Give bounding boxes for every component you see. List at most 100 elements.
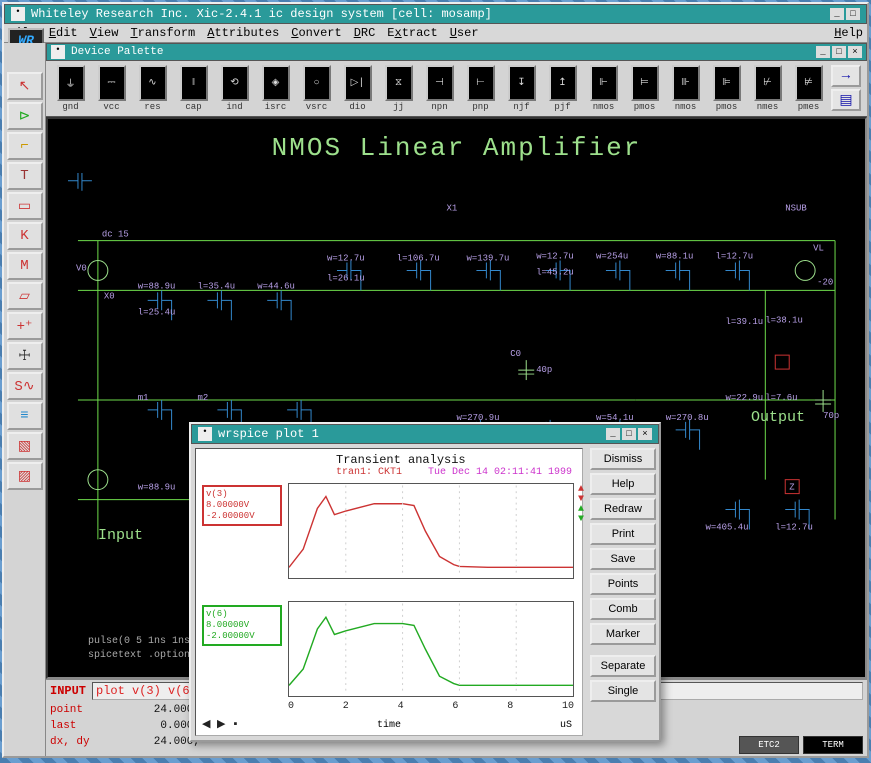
device-icon[interactable]: ⊫ xyxy=(713,65,741,101)
output-label: Output xyxy=(751,409,805,426)
device-res-2: ∿res xyxy=(134,65,171,112)
menu-drc[interactable]: DRC xyxy=(354,26,376,40)
device-icon[interactable]: ⧖ xyxy=(385,65,413,101)
menu-view[interactable]: View xyxy=(90,26,119,40)
plot-redraw-button[interactable]: Redraw xyxy=(590,498,656,520)
menu-convert[interactable]: Convert xyxy=(291,26,341,40)
plot-panel-2 xyxy=(288,601,574,697)
device-icon[interactable]: ⊩ xyxy=(590,65,618,101)
device-icon[interactable]: ∿ xyxy=(139,65,167,101)
left-toolbar: ↖⊳⌐T▭KM▱+⁺☩S∿≡▧▨ xyxy=(4,43,46,756)
plot-area[interactable]: Transient analysis tran1: CKT1 Tue Dec 1… xyxy=(195,448,583,736)
palette-max-icon[interactable]: □ xyxy=(832,46,846,58)
device-icon[interactable]: ⊪ xyxy=(672,65,700,101)
select-icon[interactable]: ↖ xyxy=(7,72,43,100)
svg-text:40p: 40p xyxy=(536,365,552,375)
menu-extract[interactable]: Extract xyxy=(387,26,437,40)
plot-min-icon[interactable]: _ xyxy=(606,428,620,440)
plot-comb-button[interactable]: Comb xyxy=(590,598,656,620)
palette-menu-icon[interactable]: ▤ xyxy=(831,89,861,111)
corner-icon[interactable]: ⌐ xyxy=(7,132,43,160)
maximize-icon[interactable]: □ xyxy=(846,8,860,20)
trace-legend-v6: v(6) 8.00000V -2.00000V xyxy=(202,605,282,646)
menu-edit[interactable]: Edit xyxy=(49,26,78,40)
svg-text:w=270.8u: w=270.8u xyxy=(666,413,709,423)
plot-sysmenu-icon[interactable]: • xyxy=(198,427,212,441)
hier-icon[interactable]: ≡ xyxy=(7,402,43,430)
svg-text:V0: V0 xyxy=(76,263,87,273)
palette-close-icon[interactable]: × xyxy=(848,46,862,58)
device-icon[interactable]: ⏚ xyxy=(57,65,85,101)
rect-icon[interactable]: ▭ xyxy=(7,192,43,220)
layer-swatches[interactable]: ETC2TERM xyxy=(739,736,863,754)
cursor-arrows[interactable]: ▲▼ ▲▼ xyxy=(578,485,584,525)
flat-icon[interactable]: ▱ xyxy=(7,282,43,310)
add-icon[interactable]: +⁺ xyxy=(7,312,43,340)
device-nmos-13: ⊩nmos xyxy=(585,65,622,112)
device-icon[interactable]: ↧ xyxy=(508,65,536,101)
device-icon[interactable]: ⊢ xyxy=(467,65,495,101)
device-icon[interactable]: ⊭ xyxy=(795,65,823,101)
graph-icon[interactable]: ▧ xyxy=(7,432,43,460)
title-bar[interactable]: • Whiteley Research Inc. Xic-2.4.1 ic de… xyxy=(4,4,867,24)
wire-icon[interactable]: ⊳ xyxy=(7,102,43,130)
device-icon[interactable]: ○ xyxy=(303,65,331,101)
plot-close-icon[interactable]: × xyxy=(638,428,652,440)
device-palette: • Device Palette _ □ × ⏚gnd⎓vcc∿res‖cap⟲… xyxy=(46,43,867,117)
device-icon[interactable]: ⟲ xyxy=(221,65,249,101)
sysmenu-icon[interactable]: • xyxy=(11,7,25,21)
plot-window: • wrspice plot 1 _ □ × Transient analysi… xyxy=(189,422,661,742)
move-icon[interactable]: M xyxy=(7,252,43,280)
plot-single-button[interactable]: Single xyxy=(590,680,656,702)
svg-text:70p: 70p xyxy=(823,411,839,421)
plot-separate-button[interactable]: Separate xyxy=(590,655,656,677)
menu-attributes[interactable]: Attributes xyxy=(207,26,279,40)
plot-save-button[interactable]: Save xyxy=(590,548,656,570)
plot-points-button[interactable]: Points xyxy=(590,573,656,595)
plot-dismiss-button[interactable]: Dismiss xyxy=(590,448,656,470)
layer-TERM[interactable]: TERM xyxy=(803,736,863,754)
input-label: Input xyxy=(98,527,143,544)
plot-help-button[interactable]: Help xyxy=(590,473,656,495)
device-label: pjf xyxy=(554,102,570,112)
palette-title-bar[interactable]: • Device Palette _ □ × xyxy=(46,43,867,61)
plot-print-button[interactable]: Print xyxy=(590,523,656,545)
palette-sysmenu-icon[interactable]: • xyxy=(51,45,65,59)
palette-next-icon[interactable]: → xyxy=(831,65,861,87)
device-icon[interactable]: ▷| xyxy=(344,65,372,101)
svg-text:m1: m1 xyxy=(138,393,149,403)
device-vsrc-6: ○vsrc xyxy=(298,65,335,112)
net-icon[interactable]: ☩ xyxy=(7,342,43,370)
device-icon[interactable]: ⊣ xyxy=(426,65,454,101)
plot-marker-button[interactable]: Marker xyxy=(590,623,656,645)
device-icon[interactable]: ‖ xyxy=(180,65,208,101)
svg-text:w=139.7u: w=139.7u xyxy=(466,254,509,264)
svg-text:w=254u: w=254u xyxy=(596,252,628,262)
device-label: cap xyxy=(185,102,201,112)
spice-opts: spicetext .options xyxy=(88,650,196,661)
device-icon[interactable]: ⊨ xyxy=(631,65,659,101)
device-icon[interactable]: K xyxy=(7,222,43,250)
layer-ETC2[interactable]: ETC2 xyxy=(739,736,799,754)
device-label: npn xyxy=(431,102,447,112)
plot-title-bar[interactable]: • wrspice plot 1 _ □ × xyxy=(191,424,659,444)
plot-max-icon[interactable]: □ xyxy=(622,428,636,440)
minimize-icon[interactable]: _ xyxy=(830,8,844,20)
device-npn-9: ⊣npn xyxy=(421,65,458,112)
menu-user[interactable]: User xyxy=(450,26,479,40)
device-cap-3: ‖cap xyxy=(175,65,212,112)
device-icon[interactable]: ↥ xyxy=(549,65,577,101)
text-icon[interactable]: T xyxy=(7,162,43,190)
device-icon[interactable]: ◈ xyxy=(262,65,290,101)
device-pjf-12: ↥pjf xyxy=(544,65,581,112)
device-icon[interactable]: ⎓ xyxy=(98,65,126,101)
sine-icon[interactable]: S∿ xyxy=(7,372,43,400)
plot-scroll-icons[interactable]: ◀ ▶ ▪ xyxy=(202,717,239,731)
palette-min-icon[interactable]: _ xyxy=(816,46,830,58)
svg-text:l=7.6u: l=7.6u xyxy=(765,393,797,403)
device-icon[interactable]: ⊬ xyxy=(754,65,782,101)
wave-icon[interactable]: ▨ xyxy=(7,462,43,490)
menu-transform[interactable]: Transform xyxy=(130,26,195,40)
menu-help[interactable]: Help xyxy=(834,26,863,40)
device-label: res xyxy=(144,102,160,112)
